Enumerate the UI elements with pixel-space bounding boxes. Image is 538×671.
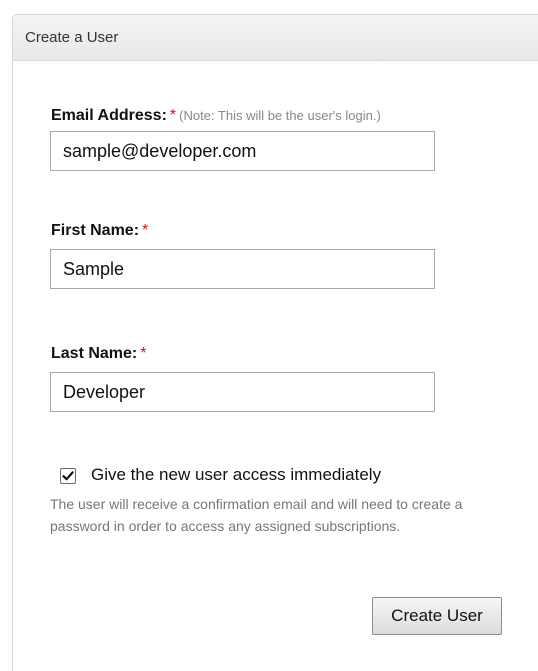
email-field[interactable] — [50, 131, 435, 171]
first-name-label: First Name: — [51, 222, 140, 239]
last-name-label-row: Last Name: * — [51, 345, 146, 363]
checkmark-icon — [62, 471, 74, 481]
panel-title: Create a User — [13, 15, 538, 61]
last-name-label: Last Name: — [51, 345, 138, 362]
first-name-label-row: First Name: * — [51, 222, 148, 240]
first-name-field[interactable] — [50, 249, 435, 289]
last-name-required-marker: * — [140, 345, 147, 362]
first-name-required-marker: * — [142, 222, 149, 239]
create-user-button[interactable]: Create User — [372, 597, 502, 635]
access-checkbox[interactable] — [60, 468, 76, 484]
email-label-row: Email Address: * (Note: This will be the u… — [51, 107, 381, 125]
last-name-field[interactable] — [50, 372, 435, 412]
email-label: Email Address: — [51, 107, 167, 124]
access-help-text: The user will receive a confirmation ema… — [50, 496, 463, 534]
access-checkbox-label[interactable]: Give the new user access immediately — [91, 465, 381, 485]
email-required-marker: * — [169, 107, 177, 124]
email-note: (Note: This will be the user's login.) — [179, 108, 381, 123]
